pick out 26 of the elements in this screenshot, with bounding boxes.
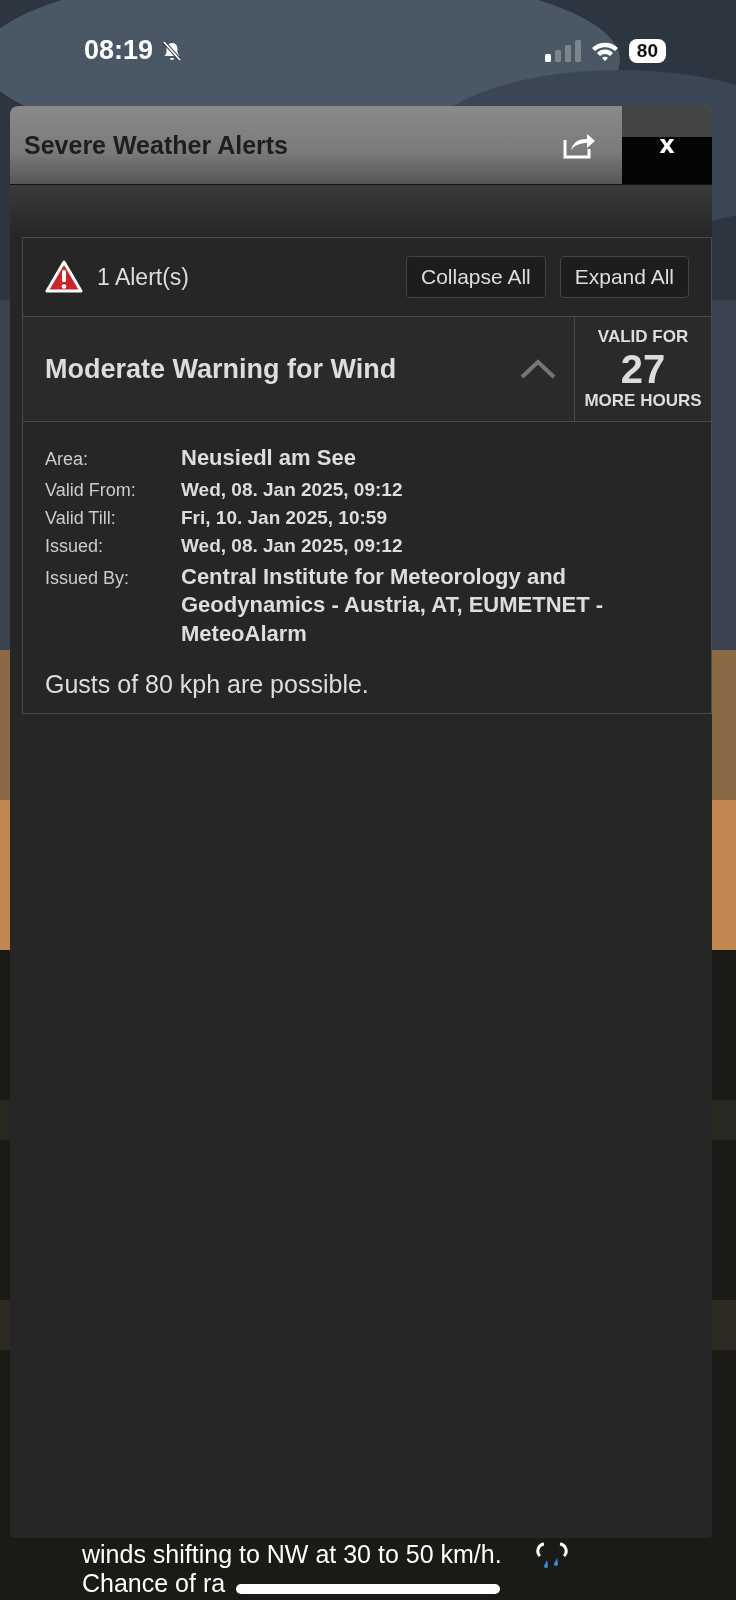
detail-label: Issued By: — [45, 567, 131, 589]
chevron-icon[interactable] — [520, 359, 556, 379]
valid-label: MORE HOURS — [584, 391, 702, 411]
detail-value: Central Institute for Meteorology and Geodynamics - Austria, AT, EUMETNET - MeteoAlarm — [181, 562, 605, 648]
detail-label: Valid Till: — [45, 507, 117, 529]
valid-label: VALID FOR — [597, 327, 689, 347]
alert-description: Gusts of 80 kph are possible. — [45, 670, 370, 700]
forecast-text: winds shifting to NW at 30 to 50 km/h. — [82, 1540, 502, 1569]
toolbar-button[interactable]: Collapse All — [406, 256, 546, 298]
forecast-text: Chance of ra — [82, 1569, 226, 1598]
clock: 08:19 — [84, 35, 154, 66]
alert-title[interactable]: Moderate Warning for Wind — [23, 353, 520, 385]
signal-icon — [544, 39, 581, 62]
warning-icon — [45, 260, 83, 294]
detail-label: Valid From: — [45, 479, 137, 501]
detail-value: Fri, 10. Jan 2025, 10:59 — [181, 506, 388, 529]
toolbar-button[interactable]: Expand All — [559, 256, 689, 298]
alert-count: 1 Alert(s) — [97, 263, 190, 291]
close-button[interactable]: x — [622, 106, 712, 184]
detail-label: Issued: — [45, 535, 105, 557]
detail-value: Wed, 08. Jan 2025, 09:12 — [181, 534, 404, 557]
dialog-title: Severe Weather Alerts — [23, 130, 290, 160]
valid-hours: 27 — [620, 347, 666, 391]
detail-value: Neusiedl am See — [181, 444, 357, 472]
detail-value: Wed, 08. Jan 2025, 09:12 — [181, 478, 404, 501]
detail-label: Area: — [45, 449, 90, 470]
